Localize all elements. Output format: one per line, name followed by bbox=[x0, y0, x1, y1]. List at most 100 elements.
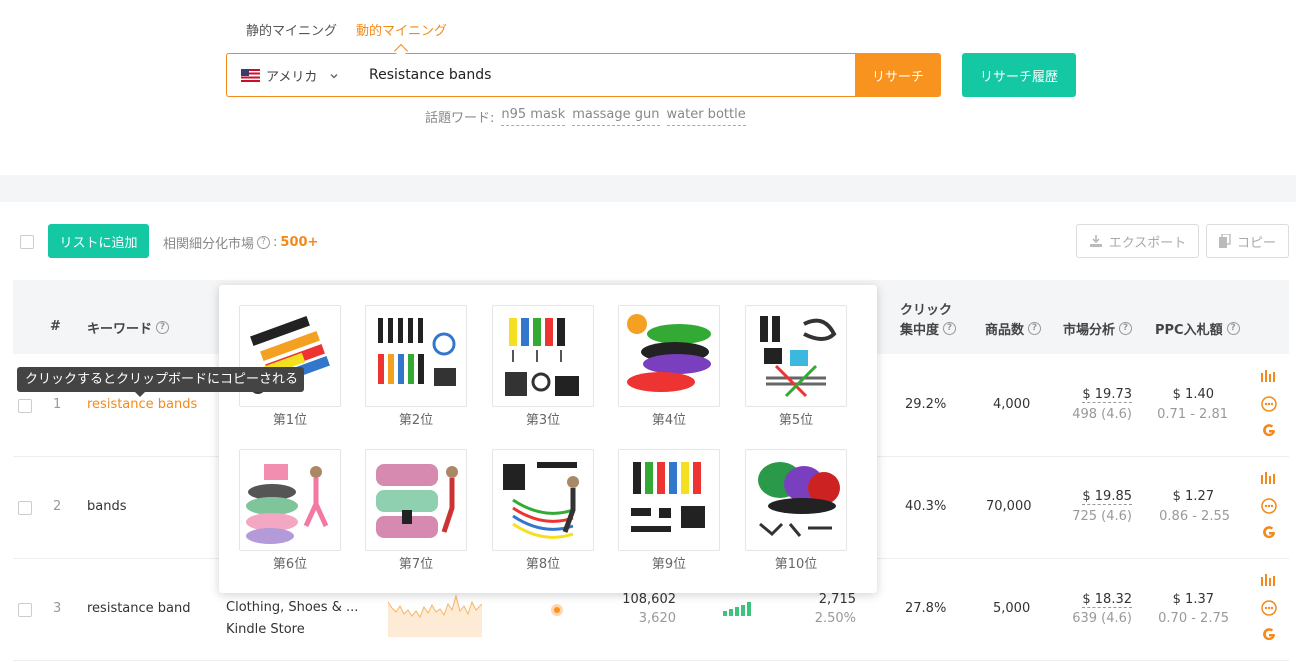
click-percent: 2.50% bbox=[814, 611, 856, 626]
rank-label: 第5位 bbox=[778, 413, 814, 428]
header-keyword[interactable]: キーワード? bbox=[87, 318, 170, 337]
product-thumbnail[interactable] bbox=[365, 305, 467, 407]
related-count: 500+ bbox=[280, 235, 319, 250]
avg-price[interactable]: $ 19.85 bbox=[1082, 489, 1132, 505]
copy-icon bbox=[1218, 234, 1231, 248]
header-products[interactable]: 商品数? bbox=[985, 319, 1042, 338]
product-thumbnail[interactable] bbox=[492, 449, 594, 551]
history-button[interactable]: リサーチ履歴 bbox=[962, 53, 1076, 97]
rank-label: 第4位 bbox=[651, 413, 687, 428]
product-count: 5,000 bbox=[993, 601, 1031, 616]
google-icon[interactable] bbox=[1261, 627, 1277, 643]
rank-label: 第1位 bbox=[272, 413, 308, 428]
rank-label: 第3位 bbox=[525, 413, 561, 428]
help-icon[interactable]: ? bbox=[1119, 322, 1133, 335]
help-icon[interactable]: ? bbox=[1028, 322, 1042, 335]
google-icon[interactable] bbox=[1261, 525, 1277, 541]
category-secondary: Kindle Store bbox=[226, 622, 305, 637]
hot-word-link[interactable]: massage gun bbox=[572, 107, 660, 126]
price-cell: $ 18.32 bbox=[1060, 592, 1132, 608]
price-cell: $ 19.73 bbox=[1060, 387, 1132, 403]
header-products-label: 商品数 bbox=[985, 323, 1025, 338]
hot-word-link[interactable]: water bottle bbox=[666, 107, 746, 126]
header-concentration[interactable]: 集中度? bbox=[900, 319, 957, 338]
help-icon[interactable]: ? bbox=[943, 322, 957, 335]
ppc-bid: $ 1.27 bbox=[1172, 489, 1214, 504]
trend-sparkline[interactable] bbox=[388, 592, 482, 637]
review-stats: 639 (4.6) bbox=[1072, 611, 1132, 626]
product-thumbnail[interactable] bbox=[492, 305, 594, 407]
row-checkbox[interactable] bbox=[18, 603, 32, 617]
related-label: 相関細分化市場 bbox=[163, 237, 255, 252]
concentration: 40.3% bbox=[905, 499, 947, 514]
rank-label: 第7位 bbox=[398, 557, 434, 572]
header-market[interactable]: 市場分析? bbox=[1063, 319, 1133, 338]
competition-bars-icon bbox=[723, 602, 751, 616]
product-thumbnail[interactable] bbox=[745, 305, 847, 407]
top-products-popover: 第1位 第2位 第3位 第4位 第5位 第6位 第7位 第8位 第9位 第10位 bbox=[219, 285, 877, 593]
country-select[interactable]: アメリカ bbox=[241, 66, 339, 85]
row-checkbox[interactable] bbox=[18, 501, 32, 515]
export-label: エクスポート bbox=[1108, 235, 1187, 251]
product-thumbnail[interactable] bbox=[365, 449, 467, 551]
search-button[interactable]: リサーチ bbox=[855, 53, 941, 97]
hot-word-link[interactable]: n95 mask bbox=[501, 107, 566, 126]
tab-dynamic-mining[interactable]: 動的マイニング bbox=[356, 20, 447, 39]
row-index: 1 bbox=[53, 397, 62, 412]
row-index: 3 bbox=[53, 601, 62, 616]
product-thumbnail[interactable] bbox=[618, 305, 720, 407]
product-thumbnail[interactable] bbox=[618, 449, 720, 551]
download-icon bbox=[1089, 235, 1102, 247]
more-options-icon[interactable] bbox=[1261, 396, 1277, 412]
header-ppc-label: PPC入札額 bbox=[1155, 323, 1223, 338]
bar-chart-icon[interactable] bbox=[1261, 370, 1277, 382]
row-divider bbox=[13, 660, 1289, 661]
review-stats: 498 (4.6) bbox=[1072, 407, 1132, 422]
header-ppc[interactable]: PPC入札額? bbox=[1155, 319, 1240, 338]
more-options-icon[interactable] bbox=[1261, 498, 1277, 514]
rank-label: 第6位 bbox=[272, 557, 308, 572]
keyword-link[interactable]: resistance bands bbox=[87, 397, 197, 412]
copy-button[interactable]: コピー bbox=[1206, 224, 1289, 258]
header-keyword-label: キーワード bbox=[87, 322, 153, 337]
row-checkbox[interactable] bbox=[18, 399, 32, 413]
keyword-link[interactable]: bands bbox=[87, 499, 126, 514]
search-input[interactable] bbox=[369, 65, 829, 85]
chevron-down-icon bbox=[330, 73, 338, 78]
help-icon[interactable]: ? bbox=[156, 321, 170, 334]
avg-price[interactable]: $ 18.32 bbox=[1082, 592, 1132, 608]
search-bar: アメリカ bbox=[226, 53, 856, 97]
bar-chart-icon[interactable] bbox=[1261, 472, 1277, 484]
us-flag-icon bbox=[241, 69, 260, 82]
header-concentration-label: 集中度 bbox=[900, 323, 940, 338]
review-stats: 725 (4.6) bbox=[1072, 509, 1132, 524]
search-volume: 108,602 bbox=[622, 592, 676, 607]
header-index: # bbox=[50, 319, 61, 334]
product-thumbnail[interactable] bbox=[745, 449, 847, 551]
help-icon[interactable]: ? bbox=[257, 236, 271, 249]
export-button[interactable]: エクスポート bbox=[1076, 224, 1199, 258]
price-cell: $ 19.85 bbox=[1060, 489, 1132, 505]
rank-label: 第8位 bbox=[525, 557, 561, 572]
section-divider bbox=[0, 175, 1296, 202]
avg-price[interactable]: $ 19.73 bbox=[1082, 387, 1132, 403]
related-markets: 相関細分化市場 ? : 500+ bbox=[163, 233, 318, 252]
product-thumbnail[interactable] bbox=[239, 449, 341, 551]
bar-chart-icon[interactable] bbox=[1261, 574, 1277, 586]
category-primary: Clothing, Shoes & ... bbox=[226, 600, 359, 615]
concentration: 27.8% bbox=[905, 601, 947, 616]
rank-label: 第10位 bbox=[774, 557, 818, 572]
copy-tooltip: クリックするとクリップボードにコピーされる bbox=[17, 367, 304, 397]
ppc-bid: $ 1.40 bbox=[1172, 387, 1214, 402]
more-options-icon[interactable] bbox=[1261, 600, 1277, 616]
help-icon[interactable]: ? bbox=[1226, 322, 1240, 335]
ppc-range: 0.70 - 2.75 bbox=[1158, 611, 1229, 626]
add-to-list-button[interactable]: リストに追加 bbox=[48, 224, 149, 258]
copy-label: コピー bbox=[1236, 235, 1276, 251]
keyword-link[interactable]: resistance band bbox=[87, 601, 191, 616]
select-all-checkbox[interactable] bbox=[20, 235, 34, 249]
tab-static-mining[interactable]: 静的マイニング bbox=[246, 20, 337, 39]
hot-words-label: 話題ワード: bbox=[425, 111, 495, 126]
google-icon[interactable] bbox=[1261, 423, 1277, 439]
seasonality-dot bbox=[551, 604, 563, 616]
